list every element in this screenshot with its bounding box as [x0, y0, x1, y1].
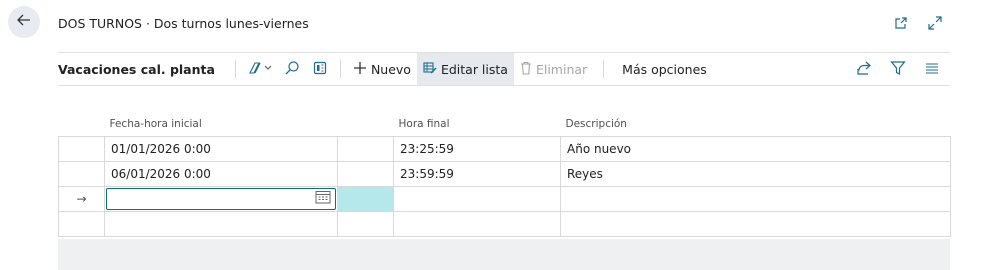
list-icon	[924, 60, 940, 79]
show-as-list-button[interactable]	[306, 53, 334, 85]
column-header-spacer	[338, 112, 394, 136]
cell-description[interactable]	[560, 185, 951, 212]
cell-end[interactable]: 23:25:59	[393, 135, 561, 162]
filter-button[interactable]	[884, 53, 912, 85]
start-datetime-input[interactable]	[106, 187, 336, 210]
open-in-new-window-icon[interactable]	[892, 14, 910, 32]
cell-spacer	[337, 135, 394, 162]
search-icon	[284, 60, 300, 79]
copilot-icon	[247, 61, 273, 78]
selector-header	[59, 112, 105, 136]
calendar-icon[interactable]	[315, 190, 331, 207]
cell-spacer	[337, 160, 394, 187]
cell-end[interactable]	[393, 185, 561, 212]
column-header-description[interactable]: Descripción	[561, 112, 951, 136]
current-row-arrow-icon: →	[58, 185, 105, 212]
cell-start[interactable]: 01/01/2026 0:00	[104, 135, 338, 162]
column-header-start[interactable]: Fecha-hora inicial	[105, 112, 338, 136]
row-selector[interactable]	[58, 135, 105, 162]
cell-end[interactable]: 23:59:59	[393, 160, 561, 187]
cell-spacer-highlight	[337, 185, 394, 212]
cell-description[interactable]: Reyes	[560, 160, 951, 187]
cell-start[interactable]: 06/01/2026 0:00	[104, 160, 338, 187]
row-selector[interactable]	[58, 210, 105, 237]
new-button[interactable]: Nuevo	[347, 53, 417, 85]
action-bar: Vacaciones cal. planta Nuevo Editar list…	[58, 52, 950, 86]
share-button[interactable]	[850, 53, 878, 85]
column-header-end[interactable]: Hora final	[394, 112, 561, 136]
list-grid: Fecha-hora inicial Hora final Descripció…	[58, 112, 951, 237]
page-title: DOS TURNOS · Dos turnos lunes-viernes	[58, 16, 309, 31]
toolbar-divider	[339, 60, 341, 78]
edit-list-icon	[423, 61, 437, 78]
more-options-button[interactable]: Más opciones	[610, 53, 713, 85]
trash-icon	[520, 61, 532, 78]
edit-list-label: Editar lista	[440, 61, 508, 77]
cell-end[interactable]	[393, 210, 561, 237]
plus-icon	[353, 61, 367, 78]
toolbar-divider	[234, 60, 236, 78]
search-button[interactable]	[278, 53, 306, 85]
row-selector[interactable]	[58, 160, 105, 187]
table-row[interactable]	[58, 210, 951, 237]
table-row-new[interactable]: →	[58, 185, 951, 212]
cell-description[interactable]: Año nuevo	[560, 135, 951, 162]
new-button-label: Nuevo	[370, 61, 411, 77]
layout-icon	[312, 60, 328, 79]
delete-button[interactable]: Eliminar	[514, 53, 593, 85]
filter-icon	[890, 60, 906, 79]
share-icon	[856, 60, 872, 79]
cell-start-editing[interactable]	[104, 185, 338, 212]
back-arrow-icon	[16, 12, 32, 32]
cell-start[interactable]	[104, 210, 338, 237]
list-footer-area	[58, 239, 950, 270]
back-button[interactable]	[8, 6, 40, 38]
cell-description[interactable]	[560, 210, 951, 237]
expand-icon[interactable]	[926, 14, 944, 32]
more-options-label: Más opciones	[622, 61, 707, 77]
list-title: Vacaciones cal. planta	[58, 61, 215, 77]
copilot-menu-button[interactable]	[242, 53, 278, 85]
edit-list-button[interactable]: Editar lista	[416, 53, 514, 85]
list-view-button[interactable]	[918, 53, 946, 85]
cell-spacer	[337, 210, 394, 237]
delete-button-label: Eliminar	[535, 61, 588, 77]
toolbar-divider	[603, 60, 605, 78]
table-row[interactable]: 06/01/2026 0:00 23:59:59 Reyes	[58, 160, 951, 187]
table-row[interactable]: 01/01/2026 0:00 23:25:59 Año nuevo	[58, 135, 951, 162]
